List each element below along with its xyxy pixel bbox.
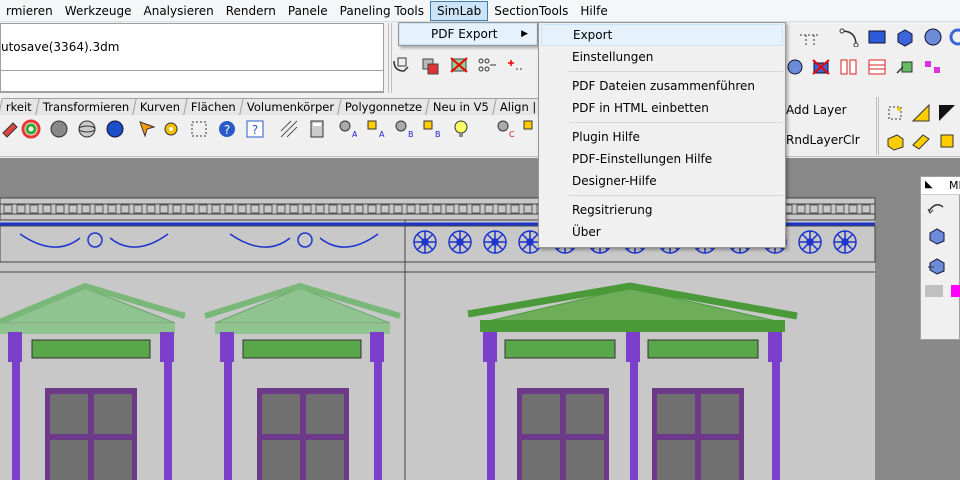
menu-paneling-tools[interactable]: Paneling Tools <box>334 1 430 21</box>
menu-item-pdf-html[interactable]: PDF in HTML einbetten <box>539 97 785 119</box>
tab-arbeitsumgebung[interactable]: rkeit <box>0 98 40 115</box>
float-panel-title: MI <box>949 179 960 192</box>
torus-icon[interactable] <box>944 27 960 47</box>
menu-werkzeuge[interactable]: Werkzeuge <box>59 1 138 21</box>
tab-volumenkoerper[interactable]: Volumenkörper <box>239 98 343 115</box>
tab-flaechen[interactable]: Flächen <box>183 98 244 115</box>
wire-sphere-icon[interactable] <box>76 119 98 139</box>
simlab-menu: PDF Export ▶ <box>398 22 538 46</box>
light-color-a-icon[interactable]: A <box>364 119 386 139</box>
pdf-export-submenu: Export Einstellungen PDF Dateien zusamme… <box>538 22 786 248</box>
menu-item-einstellungen[interactable]: Einstellungen <box>539 46 785 68</box>
black-tri-icon[interactable] <box>936 103 958 123</box>
svg-text:A: A <box>352 130 357 139</box>
help-window-icon[interactable]: ? <box>244 119 266 139</box>
menu-bar: rmieren Werkzeuge Analysieren Rendern Pa… <box>0 0 960 22</box>
light-c-icon[interactable]: C <box>494 119 516 139</box>
command-history-text: utosave(3364).3dm <box>1 40 120 54</box>
menu-panele[interactable]: Panele <box>282 1 334 21</box>
svg-text:?: ? <box>252 123 258 137</box>
split-grid-icon[interactable] <box>866 57 888 77</box>
viewport-front[interactable] <box>0 158 960 480</box>
box-move-icon[interactable] <box>925 255 947 275</box>
yellow-tri-icon[interactable] <box>910 103 932 123</box>
gear-icon[interactable] <box>160 119 182 139</box>
transform-icon[interactable] <box>504 55 526 75</box>
add-layer-button[interactable]: Add Layer <box>786 103 847 117</box>
pink-squares-icon[interactable] <box>922 57 944 77</box>
tab-neu-in-v5[interactable]: Neu in V5 <box>425 98 498 115</box>
select-points-icon[interactable] <box>188 119 210 139</box>
cube-icon[interactable] <box>894 27 916 47</box>
render-icon[interactable] <box>136 119 158 139</box>
menu-analysieren[interactable]: Analysieren <box>138 1 220 21</box>
sphere-small-icon[interactable] <box>784 57 806 77</box>
split-3-icon[interactable] <box>838 57 860 77</box>
menu-hilfe[interactable]: Hilfe <box>574 1 613 21</box>
menu-transformieren[interactable]: rmieren <box>0 1 59 21</box>
layers-icon[interactable] <box>420 55 442 75</box>
floating-toolbar: ◣ MI <box>920 176 960 340</box>
calculator-icon[interactable] <box>306 119 328 139</box>
tab-kurven[interactable]: Kurven <box>132 98 189 115</box>
arrows-green-icon[interactable] <box>894 57 916 77</box>
menu-separator <box>569 122 783 123</box>
dash-lines-icon[interactable] <box>798 27 820 47</box>
tab-polygonnetze[interactable]: Polygonnetze <box>337 98 431 115</box>
svg-text:A: A <box>379 130 385 139</box>
svg-text:B: B <box>435 130 441 139</box>
curve-icon[interactable] <box>390 55 412 75</box>
menu-rendern[interactable]: Rendern <box>220 1 282 21</box>
yellow-box-icon[interactable] <box>936 131 958 151</box>
hatch-icon[interactable] <box>278 119 300 139</box>
bulb-icon[interactable] <box>450 119 472 139</box>
rotate-view-icon[interactable] <box>925 199 947 219</box>
menu-item-plugin-hilfe[interactable]: Plugin Hilfe <box>539 126 785 148</box>
delete-solid-icon[interactable] <box>810 57 832 77</box>
paint-icon[interactable] <box>0 119 22 139</box>
menu-item-pdf-export[interactable]: PDF Export ▶ <box>399 23 537 45</box>
menu-separator <box>569 195 783 196</box>
help-icon[interactable]: ? <box>216 119 238 139</box>
menu-separator <box>569 71 783 72</box>
color-swatch-magenta[interactable] <box>951 285 960 297</box>
points-icon[interactable] <box>476 55 498 75</box>
delete-icon[interactable] <box>448 55 470 75</box>
command-input[interactable] <box>0 70 384 92</box>
yellow-cube-icon[interactable] <box>884 131 906 151</box>
light-a-icon[interactable]: A <box>336 119 358 139</box>
yellow-shape-icon[interactable] <box>910 131 932 151</box>
submenu-arrow-icon: ▶ <box>521 29 528 39</box>
blue-box-icon[interactable] <box>866 27 888 47</box>
svg-text:B: B <box>408 130 413 139</box>
light-b-icon[interactable]: B <box>392 119 414 139</box>
curve-point-icon[interactable] <box>838 27 860 47</box>
menu-item-designer-hilfe[interactable]: Designer-Hilfe <box>539 170 785 192</box>
toolbar-tabs: rkeit Transformieren Kurven Flächen Volu… <box>0 97 587 115</box>
color-wheel-icon[interactable] <box>20 119 42 139</box>
menu-section-tools[interactable]: SectionTools <box>488 1 574 21</box>
facade-drawing <box>0 197 876 480</box>
sphere-icon[interactable] <box>922 27 944 47</box>
menu-item-export[interactable]: Export <box>541 24 783 46</box>
tab-transformieren[interactable]: Transformieren <box>34 98 137 115</box>
blue-sphere-icon[interactable] <box>104 119 126 139</box>
color-swatch-gray[interactable] <box>925 285 943 297</box>
light-color-b-icon[interactable]: B <box>420 119 442 139</box>
menu-item-pdf-settings-hilfe[interactable]: PDF-Einstellungen Hilfe <box>539 148 785 170</box>
menu-item-pdf-merge[interactable]: PDF Dateien zusammenführen <box>539 75 785 97</box>
svg-text:?: ? <box>224 123 230 137</box>
shaded-sphere-icon[interactable] <box>48 119 70 139</box>
svg-text:C: C <box>509 130 515 139</box>
menu-simlab[interactable]: SimLab <box>429 0 489 21</box>
rnd-layer-clr-button[interactable]: RndLayerClr <box>786 133 860 147</box>
menu-item-registrierung[interactable]: Regsitrierung <box>539 199 785 221</box>
box-view-icon[interactable] <box>925 225 947 245</box>
move-arrows-icon[interactable] <box>884 103 906 123</box>
menu-item-ueber[interactable]: Über <box>539 221 785 243</box>
toolbar-main: ? ? A A B B C Add Layer RndLayerClr <box>0 97 960 157</box>
